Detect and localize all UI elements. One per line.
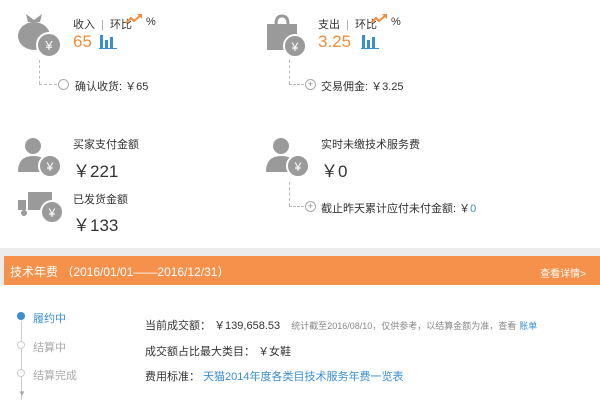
expense-separator: |: [346, 19, 349, 31]
svg-text:¥: ¥: [294, 160, 302, 174]
svg-text:¥: ¥: [46, 160, 54, 174]
view-details-link[interactable]: 查看详情>: [540, 265, 586, 280]
money-bag-icon: ¥: [16, 10, 62, 58]
unpaid-detail-value: 0: [470, 203, 477, 215]
expense-label: 支出: [318, 19, 340, 31]
expense-pct: %: [391, 16, 401, 28]
chevron-down-icon: ▼: [18, 389, 26, 398]
unpaid-detail-prefix: 截止昨天累计应付未付金额: ￥: [321, 203, 471, 215]
income-separator: |: [101, 19, 104, 31]
annual-fee-title: 技术年费 （2016/01/01——2016/12/31）: [10, 265, 230, 279]
income-detail: 确认收货: ￥65: [75, 81, 149, 93]
shipped-label: 已发货金额: [73, 194, 128, 206]
top-category-row: 成交额占比最大类目： ￥女鞋: [145, 343, 291, 359]
annual-fee-panel: 履约中 结算中 结算完成 ▼ 当前成交额： ￥139,658.53 统计截至20…: [0, 285, 600, 400]
unpaid-connector: [289, 182, 290, 206]
current-deal-label: 当前成交额：: [145, 320, 211, 332]
truck-money-icon: ¥: [16, 188, 64, 224]
ledger-link[interactable]: 账单: [519, 321, 537, 331]
income-connector-h: [39, 84, 57, 85]
top-category-label: 成交额占比最大类目：: [145, 346, 255, 358]
expense-detail: 交易佣金: ￥3.25: [321, 81, 404, 93]
step-in-progress: 履约中: [33, 313, 66, 325]
user-money-icon: ¥: [16, 136, 62, 180]
step-active-dot: [17, 312, 25, 320]
expense-header: 支出 | 环比 %: [318, 14, 401, 32]
expense-detail-toggle[interactable]: +: [305, 79, 316, 90]
income-pct: %: [146, 16, 156, 28]
shopping-bag-icon: ¥: [264, 12, 310, 58]
current-deal-row: 当前成交额： ￥139,658.53 统计截至2016/08/10，仅供参考，以…: [145, 317, 537, 333]
user-money-icon: ¥: [264, 136, 310, 180]
step-settled: 结算完成: [33, 370, 77, 382]
income-value: 65: [73, 32, 92, 51]
fee-standard-row: 费用标准： 天猫2014年度各类目技术服务年费一览表: [145, 368, 404, 384]
svg-text:¥: ¥: [44, 38, 53, 53]
summary-panel: ¥ 收入 | 环比 % 65 确认收货: ￥65 ¥ 支出 | 环比 % 3.2…: [0, 0, 600, 248]
income-detail-toggle[interactable]: [58, 79, 69, 90]
unpaid-fee-label: 实时未缴技术服务费: [321, 139, 420, 151]
fee-standard-label: 费用标准：: [145, 371, 200, 383]
expense-connector: [289, 60, 290, 84]
step-settling: 结算中: [33, 342, 66, 354]
unpaid-connector-h: [289, 206, 304, 207]
annual-fee-banner: 技术年费 （2016/01/01——2016/12/31） 查看详情>: [4, 256, 600, 285]
income-label: 收入: [73, 19, 95, 31]
stat-note: 统计截至2016/08/10，仅供参考，以结算金额为准，查看: [291, 321, 517, 331]
fee-standard-link[interactable]: 天猫2014年度各类目技术服务年费一览表: [203, 371, 403, 383]
buyer-pay-label: 买家支付金额: [73, 139, 139, 151]
trend-up-icon: [125, 13, 143, 25]
income-header: 收入 | 环比 %: [73, 14, 156, 32]
expense-connector-h: [289, 84, 304, 85]
income-chart-icon[interactable]: [99, 33, 117, 49]
shipped-value: ￥133: [73, 216, 119, 235]
unpaid-fee-value: ￥0: [321, 162, 348, 181]
step-dot: [17, 369, 25, 377]
expense-value: 3.25: [318, 32, 352, 51]
svg-text:¥: ¥: [48, 206, 56, 220]
income-connector: [39, 60, 40, 84]
expense-chart-icon[interactable]: [361, 33, 379, 49]
top-category-value: ￥女鞋: [258, 346, 292, 358]
step-dot: [17, 341, 25, 349]
unpaid-detail: 截止昨天累计应付未付金额: ￥0: [321, 200, 476, 216]
svg-text:¥: ¥: [291, 40, 299, 54]
trend-up-icon: [370, 13, 388, 25]
current-deal-value: ￥139,658.53: [214, 320, 281, 332]
buyer-pay-value: ￥221: [73, 162, 119, 181]
unpaid-detail-toggle[interactable]: +: [305, 201, 316, 212]
